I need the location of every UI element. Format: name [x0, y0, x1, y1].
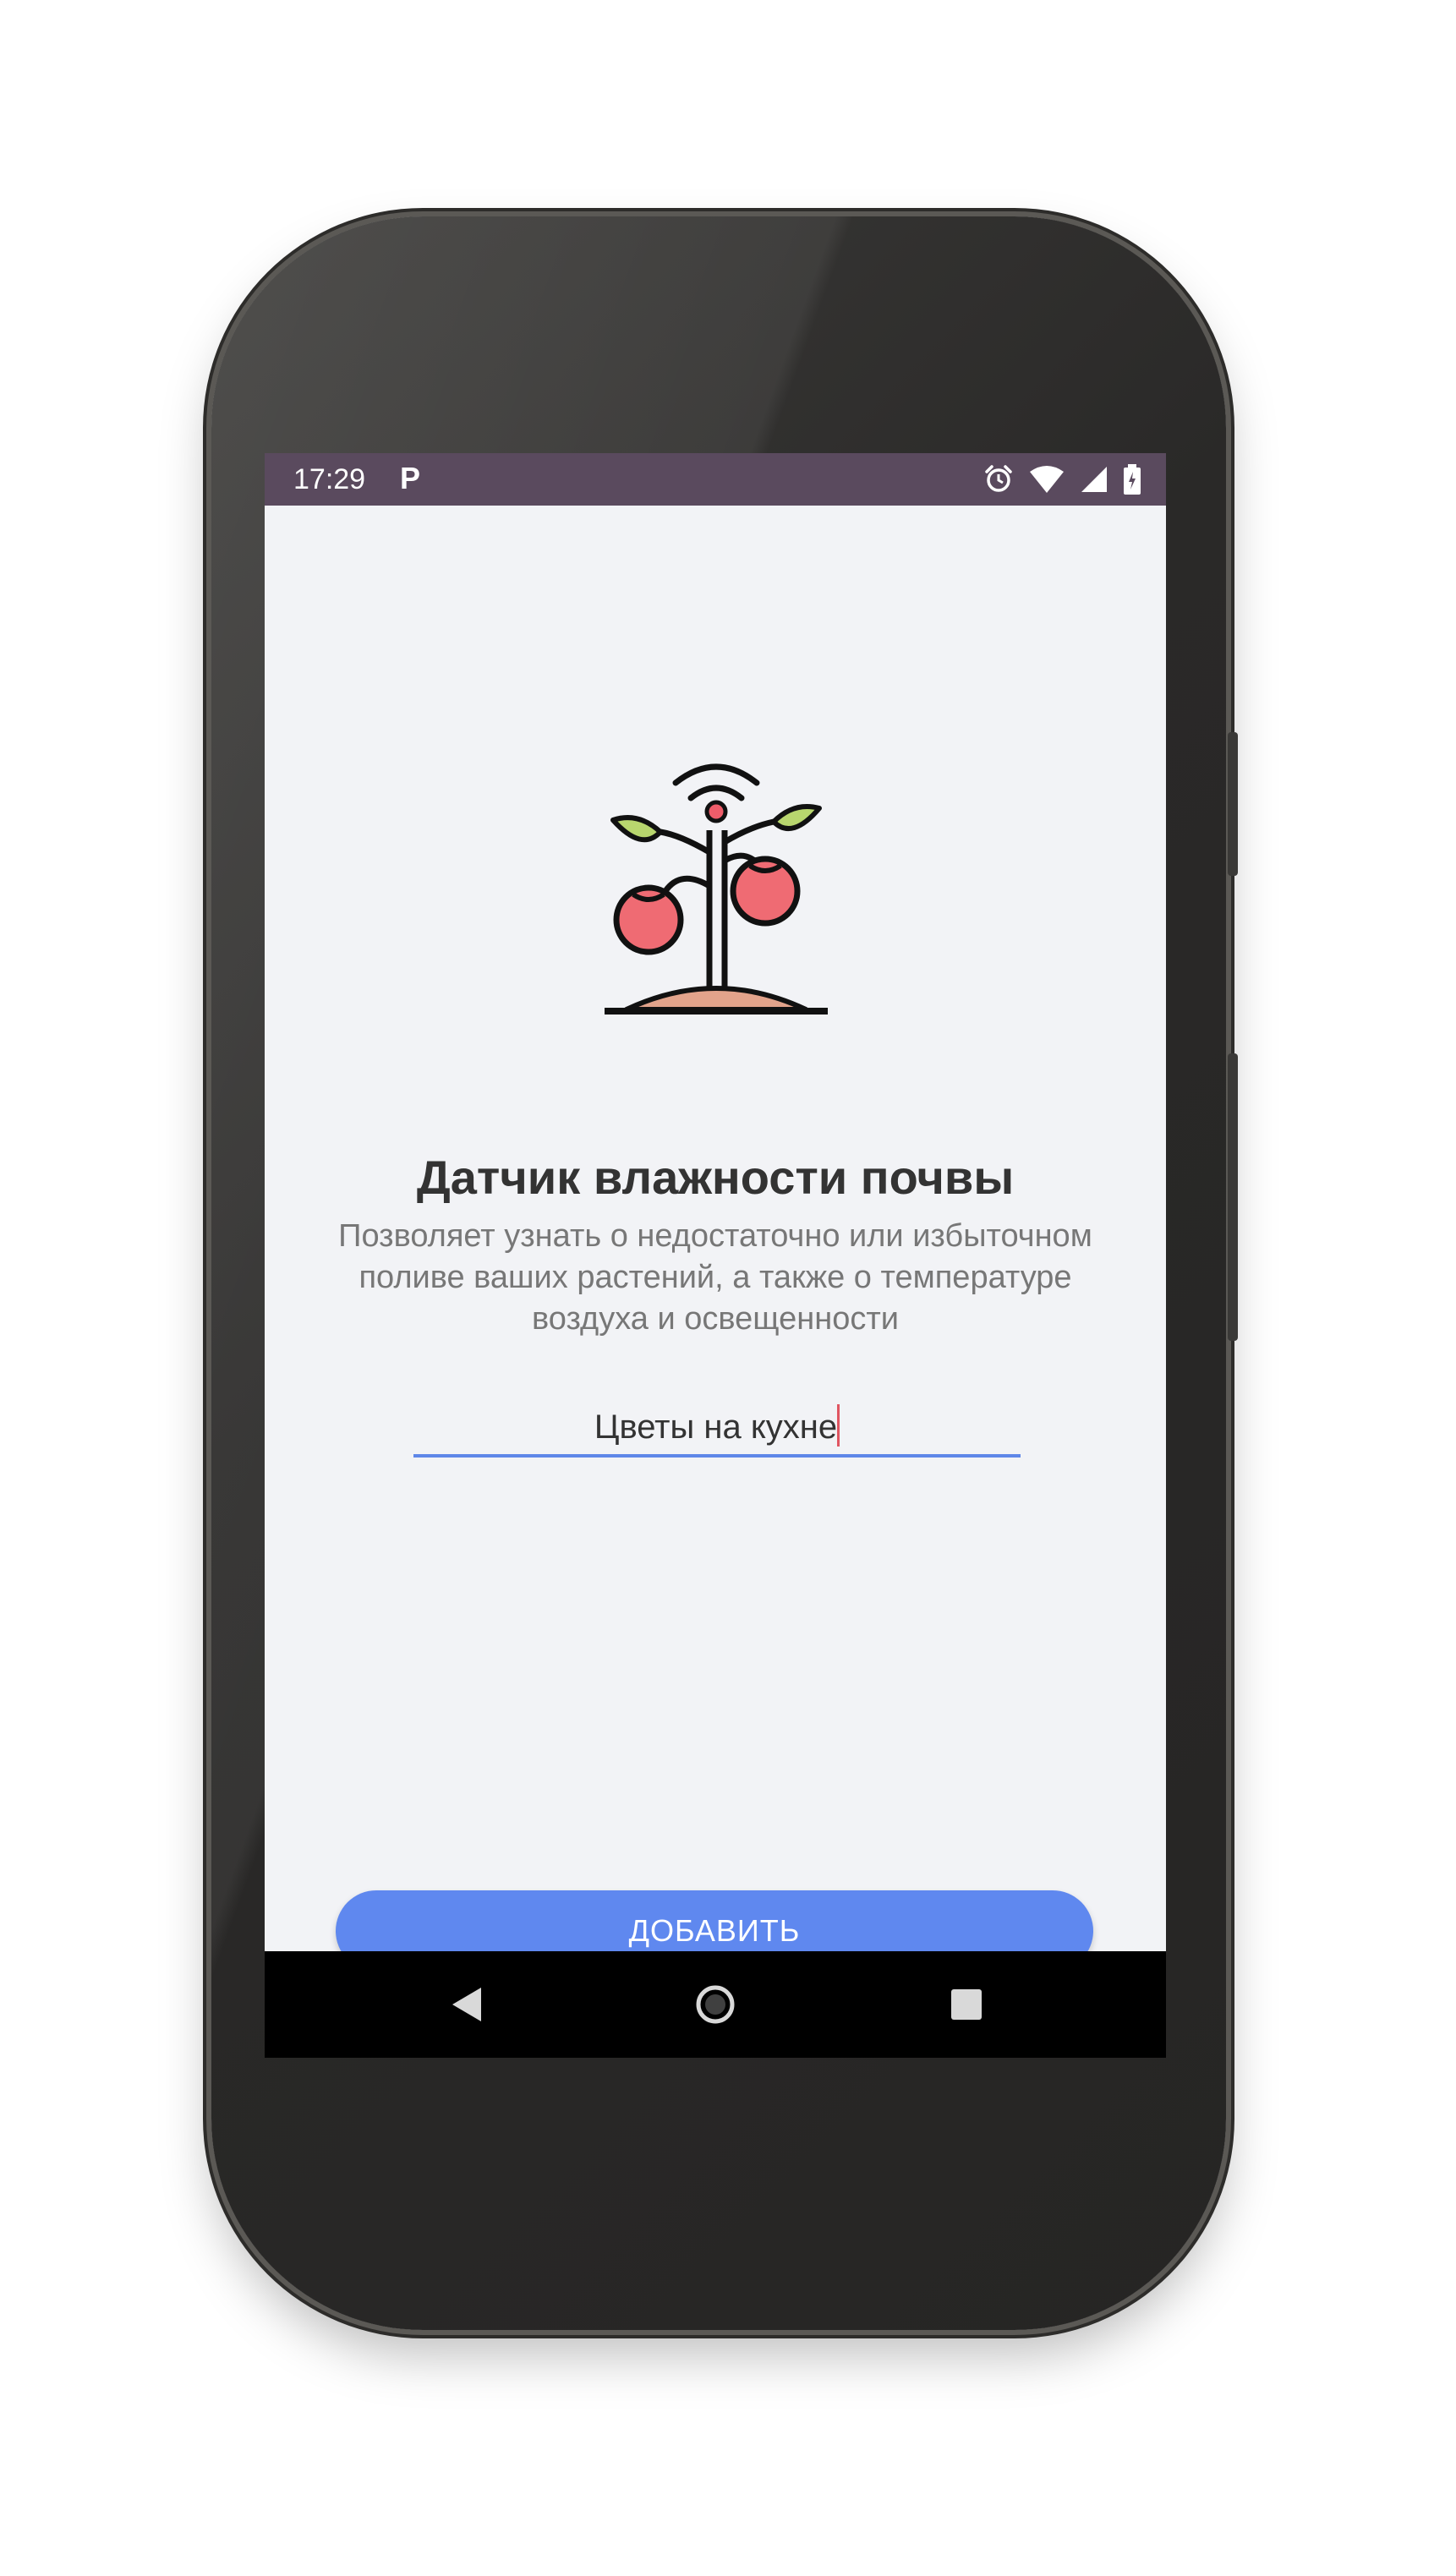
text-cursor	[837, 1404, 840, 1447]
status-bar: 17:29 P	[265, 453, 1166, 506]
status-time: 17:29	[293, 463, 366, 495]
power-button	[1228, 732, 1238, 876]
smart-plant-icon	[601, 759, 831, 1023]
app-screen: 17:29 P Датчик влажности почвы Позволяет…	[265, 453, 1166, 2058]
navigation-bar	[265, 1951, 1166, 2058]
status-icons	[983, 463, 1141, 495]
signal-icon	[1080, 465, 1108, 494]
device-name-input[interactable]: Цветы на кухне	[413, 1402, 1021, 1458]
alarm-icon	[983, 464, 1014, 495]
device-name-value[interactable]: Цветы на кухне	[594, 1402, 837, 1452]
device-mockup: 17:29 P Датчик влажности почвы Позволяет…	[0, 0, 1456, 2576]
back-icon[interactable]	[438, 1977, 494, 2032]
battery-icon	[1124, 464, 1141, 495]
wifi-icon	[1029, 465, 1065, 494]
recents-icon[interactable]	[939, 1977, 994, 2032]
notification-p-icon: P	[400, 461, 421, 495]
onboarding-content: Датчик влажности почвы Позволяет узнать …	[265, 506, 1166, 1972]
page-title: Датчик влажности почвы	[416, 1151, 1015, 1204]
home-icon[interactable]	[687, 1977, 743, 2032]
volume-rocker	[1228, 1053, 1238, 1341]
page-description: Позволяет узнать о недостаточно или избы…	[338, 1218, 1092, 1337]
